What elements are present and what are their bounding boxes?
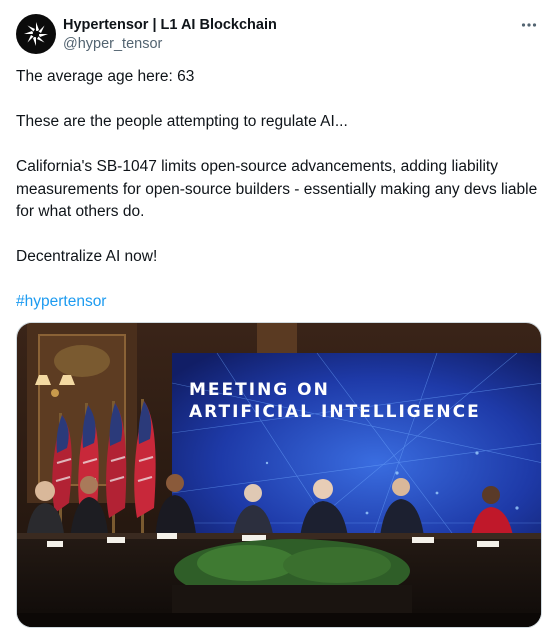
tweet-paragraph: The average age here: 63 (16, 68, 195, 85)
avatar[interactable] (16, 14, 56, 54)
more-horizontal-icon (521, 23, 537, 27)
tweet-card: Hypertensor | L1 AI Blockchain @hyper_te… (0, 0, 554, 636)
meeting-photo: MEETING ON ARTIFICIAL INTELLIGENCE (17, 323, 541, 627)
author-names: Hypertensor | L1 AI Blockchain @hyper_te… (63, 16, 277, 54)
author-handle[interactable]: @hyper_tensor (63, 34, 277, 54)
screen-text-line1: MEETING ON (189, 380, 330, 400)
tweet-paragraph: California's SB-1047 limits open-source … (16, 158, 542, 220)
more-options-button[interactable] (516, 14, 542, 36)
tweet-paragraph: These are the people attempting to regul… (16, 113, 348, 130)
hypertensor-logo-icon (24, 22, 48, 46)
hashtag-link[interactable]: #hypertensor (16, 291, 540, 314)
screen-text-line2: ARTIFICIAL INTELLIGENCE (189, 402, 481, 422)
tweet-header: Hypertensor | L1 AI Blockchain @hyper_te… (16, 14, 542, 56)
tweet-photo[interactable]: MEETING ON ARTIFICIAL INTELLIGENCE (16, 322, 542, 628)
tweet-text: The average age here: 63 These are the p… (16, 66, 540, 336)
author-display-name[interactable]: Hypertensor | L1 AI Blockchain (63, 16, 277, 34)
tweet-paragraph: Decentralize AI now! (16, 248, 158, 265)
